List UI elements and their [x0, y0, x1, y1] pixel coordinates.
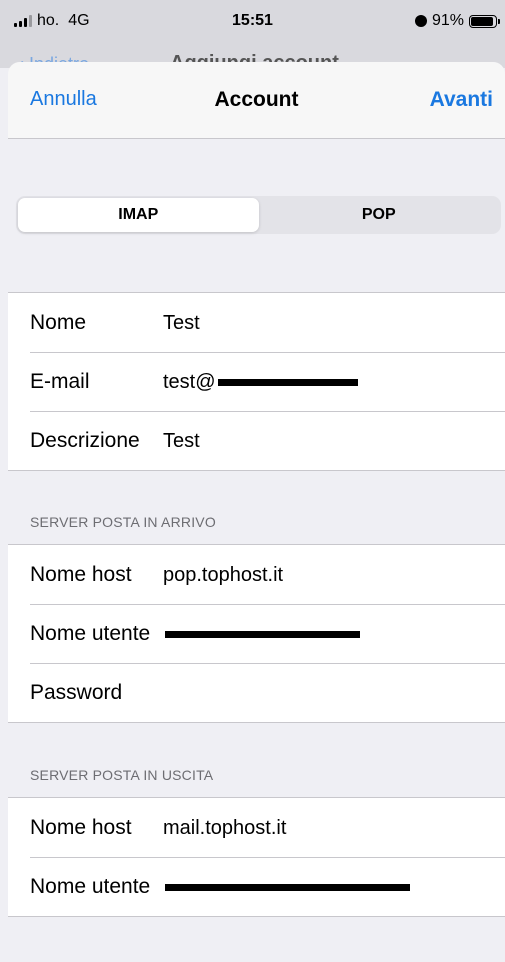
sheet-nav-bar: Annulla Account Avanti [8, 62, 505, 139]
outgoing-username-row[interactable]: Nome utente [8, 857, 505, 916]
status-right: 91% [414, 12, 500, 30]
incoming-username-row[interactable]: Nome utente [8, 604, 505, 663]
name-label: Nome [30, 311, 87, 334]
incoming-host-label: Nome host [30, 563, 132, 586]
email-field-row[interactable]: E-mail test@ [8, 352, 505, 411]
account-sheet: Annulla Account Avanti IMAP POP Nome Tes… [8, 62, 505, 962]
next-button[interactable]: Avanti [430, 88, 493, 112]
redaction-mark [217, 379, 358, 387]
segment-pop[interactable]: POP [259, 198, 500, 232]
status-bar: ho. 4G 15:51 91% [0, 0, 505, 44]
outgoing-server-header: SERVER POSTA IN USCITA [30, 767, 214, 783]
incoming-password-row[interactable]: Password [8, 663, 505, 722]
email-visible-text: test@ [163, 371, 216, 393]
outgoing-host-value[interactable]: mail.tophost.it [163, 817, 286, 840]
name-value[interactable]: Test [163, 312, 200, 335]
outgoing-host-row[interactable]: Nome host mail.tophost.it [8, 798, 505, 857]
email-value[interactable]: test@ [163, 371, 358, 394]
description-label: Descrizione [30, 429, 140, 452]
redaction-mark [165, 631, 360, 639]
battery-percent: 91% [431, 12, 464, 29]
protocol-segmented-control: IMAP POP [16, 196, 501, 234]
outgoing-username-value[interactable] [163, 876, 410, 899]
incoming-server-group: Nome host pop.tophost.it Nome utente Pas… [8, 544, 505, 723]
battery-icon [469, 14, 500, 28]
incoming-server-header: SERVER POSTA IN ARRIVO [30, 514, 216, 530]
outgoing-server-group: Nome host mail.tophost.it Nome utente [8, 797, 505, 917]
outgoing-username-label: Nome utente [30, 875, 151, 898]
incoming-host-row[interactable]: Nome host pop.tophost.it [8, 545, 505, 604]
incoming-host-value[interactable]: pop.tophost.it [163, 564, 283, 587]
email-label: E-mail [30, 370, 90, 393]
alarm-icon [414, 15, 427, 27]
incoming-password-label: Password [30, 681, 123, 704]
outgoing-host-label: Nome host [30, 816, 132, 839]
incoming-username-label: Nome utente [30, 622, 151, 645]
account-fields-group: Nome Test E-mail test@ Descrizione Test [8, 292, 505, 471]
incoming-username-value[interactable] [163, 623, 360, 646]
description-field-row[interactable]: Descrizione Test [8, 411, 505, 470]
name-field-row[interactable]: Nome Test [8, 293, 505, 352]
redaction-mark [165, 884, 410, 892]
description-value[interactable]: Test [163, 430, 200, 453]
segment-imap[interactable]: IMAP [18, 198, 259, 232]
